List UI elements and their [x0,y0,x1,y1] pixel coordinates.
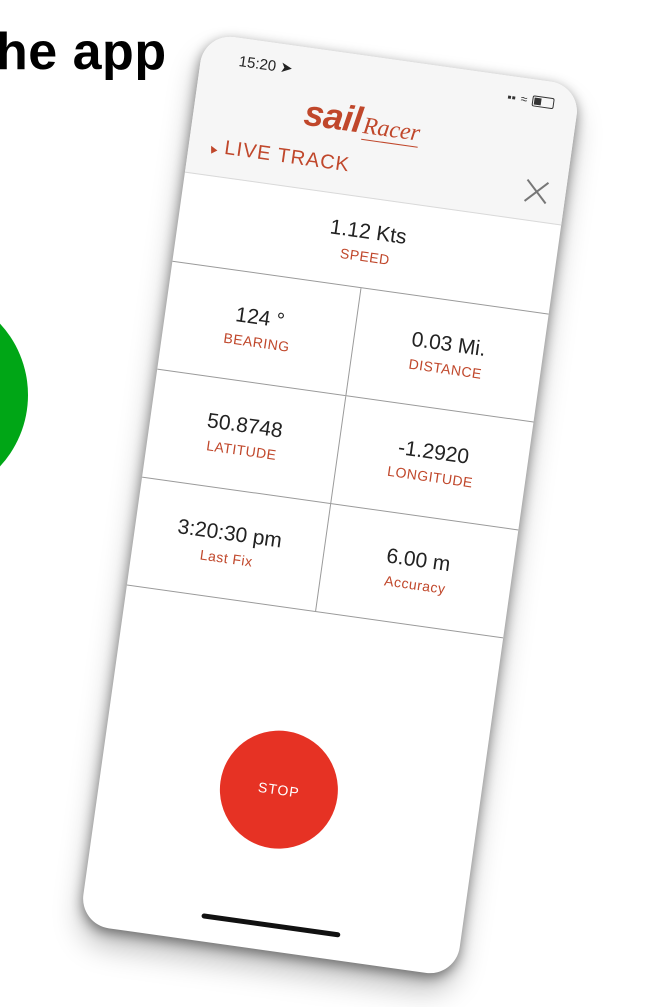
green-circle-decoration [0,290,28,500]
sailracer-logo: sailRacer [301,92,423,150]
phone-screen: 15:20 ➤ ▪▪ ≈ sailRacer ▲LIVE TRACK 1.12 … [79,32,581,978]
screenshot: he app 15:20 ➤ ▪▪ ≈ sailRacer ▲LIVE TRAC… [0,0,656,1007]
bearing-value: 124 ° [234,303,287,333]
location-arrow-icon: ▲ [204,139,222,158]
last-fix-label: Last Fix [198,546,254,570]
battery-icon [531,94,555,109]
logo-racer-text: Racer [361,113,422,148]
close-button[interactable] [522,177,551,206]
live-track-title: ▲LIVE TRACK [204,134,352,177]
metrics-grid: 1.12 Kts SPEED 124 ° BEARING 0.03 Mi. DI… [126,171,562,639]
wifi-icon: ≈ [519,91,529,107]
cellular-signal-icon: ▪▪ [506,89,517,105]
slide-caption: he app [0,23,167,81]
status-bar-time: 15:20 ➤ [238,52,294,77]
speed-label: SPEED [339,245,391,268]
live-track-label: LIVE TRACK [223,136,352,177]
status-time-text: 15:20 [237,53,278,76]
logo-sail-text: sail [301,91,365,141]
location-arrow-icon: ➤ [278,58,294,78]
status-bar-icons: ▪▪ ≈ [506,90,555,110]
stop-button-label: STOP [257,778,301,801]
home-indicator[interactable] [201,913,341,938]
accuracy-value: 6.00 m [385,544,452,577]
accuracy-label: Accuracy [383,572,447,597]
last-fix-value: 3:20:30 pm [176,515,284,553]
stop-button[interactable]: STOP [212,723,346,857]
